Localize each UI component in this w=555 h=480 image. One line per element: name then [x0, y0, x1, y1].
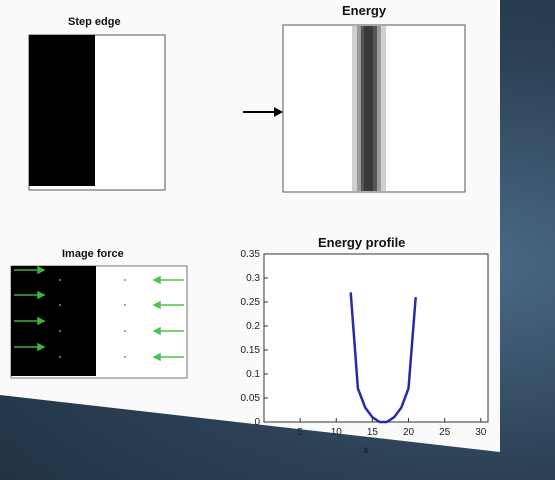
y-tick-label: 0.25 [241, 297, 261, 308]
chart-plot-area [263, 253, 489, 423]
y-tick-label: 0.1 [246, 369, 260, 380]
energy-title: Energy [342, 3, 387, 18]
step-edge-title: Step edge [68, 16, 121, 28]
y-tick-label: 0.3 [246, 273, 260, 284]
slide: 0 0.05 0.1 0.15 0.2 0.25 0.3 0.35 5 10 15 20 25 30 x [0, 0, 500, 456]
energy-band-core [364, 26, 373, 191]
energy-profile-title: Energy profile [318, 235, 406, 250]
x-tick-label: 15 [367, 427, 379, 438]
x-tick-label: 10 [331, 427, 343, 438]
image-force-panel [10, 265, 188, 379]
y-tick-label: 0.05 [241, 393, 261, 404]
y-tick-label: 0.15 [241, 345, 261, 356]
x-axis-label: x [363, 445, 369, 456]
x-tick-label: 20 [403, 427, 415, 438]
x-tick-label: 5 [297, 427, 303, 438]
image-force-title: Image force [62, 248, 124, 260]
y-tick-label: 0.2 [246, 321, 260, 332]
step-edge-panel [28, 34, 166, 191]
y-tick-label: 0 [254, 417, 260, 428]
step-edge-black-region [29, 35, 95, 186]
x-tick-label: 30 [475, 427, 487, 438]
x-tick-label: 25 [439, 427, 451, 438]
y-tick-label: 0.35 [241, 249, 261, 260]
